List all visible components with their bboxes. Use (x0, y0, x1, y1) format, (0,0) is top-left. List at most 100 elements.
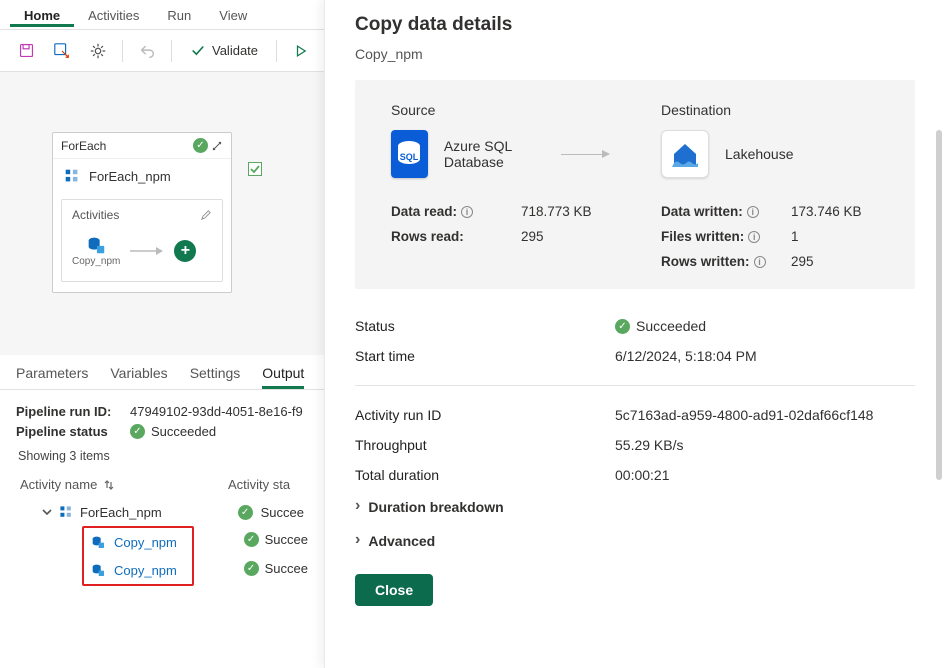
start-time-label: Start time (355, 348, 615, 364)
run-button[interactable] (285, 35, 317, 67)
foreach-activity-card[interactable]: ForEach ✓ ForEach_npm Activities (52, 132, 232, 293)
source-label: Source (391, 102, 609, 118)
pencil-icon[interactable] (200, 209, 212, 221)
status-success-icon: ✓ (244, 532, 259, 547)
floppy-icon (18, 42, 35, 59)
info-icon[interactable]: i (754, 256, 766, 268)
close-button[interactable]: Close (355, 574, 433, 606)
panel-subtitle: Copy_npm (355, 46, 915, 62)
main-tabs: Home Activities Run View (0, 0, 324, 30)
status-success-icon: ✓ (130, 424, 145, 439)
copy-thumb-label: Copy_npm (72, 256, 120, 267)
tab-activities[interactable]: Activities (74, 3, 153, 27)
activity-card-header: ForEach ✓ (53, 133, 231, 159)
col-activity-status[interactable]: Activity sta (228, 477, 290, 492)
activity-run-id-value: 5c7163ad-a959-4800-ad91-02daf66cf148 (615, 407, 873, 423)
flow-stats: Data read: i 718.773 KB Rows read: 295 Da… (391, 204, 879, 269)
undo-icon (138, 42, 156, 60)
validate-label: Validate (212, 43, 258, 58)
canvas-checkbox[interactable] (248, 162, 262, 176)
row-status: Succee (265, 561, 308, 576)
sub-tab-settings[interactable]: Settings (190, 365, 241, 389)
pipeline-status-value: Succeeded (151, 424, 216, 439)
row-name[interactable]: Copy_npm (114, 563, 177, 578)
flow-arrow-icon (130, 246, 164, 256)
toolbar-divider-3 (276, 40, 277, 62)
info-icon[interactable]: i (748, 231, 760, 243)
check-icon (190, 43, 206, 59)
sub-tab-parameters[interactable]: Parameters (16, 365, 88, 389)
advanced-toggle[interactable]: › Advanced (355, 524, 915, 558)
pipeline-status-row: Pipeline status ✓ Succeeded (16, 424, 308, 439)
data-read-label: Data read: (391, 204, 457, 219)
flow-arrow-icon (561, 154, 609, 155)
dest-name: Lakehouse (725, 146, 794, 162)
floppy-edit-icon (53, 42, 71, 60)
scrollbar[interactable] (936, 130, 942, 480)
advanced-label: Advanced (368, 533, 435, 549)
data-written-value: 173.746 KB (791, 204, 862, 219)
files-written-value: 1 (791, 229, 799, 244)
dest-column: Destination Lakehouse (661, 102, 879, 178)
showing-count: Showing 3 items (18, 449, 308, 463)
table-row[interactable]: Copy_npm (84, 528, 192, 556)
activity-type-label: ForEach (61, 139, 106, 153)
tab-view[interactable]: View (205, 3, 261, 27)
data-written-label: Data written: (661, 204, 743, 219)
activity-card-title-row: ForEach_npm (53, 159, 231, 193)
info-icon[interactable]: i (747, 206, 759, 218)
status-success-icon: ✓ (193, 138, 208, 153)
sql-database-icon: SQL (391, 130, 428, 178)
output-body: Pipeline run ID: 47949102-93dd-4051-8e16… (0, 390, 324, 600)
detail-rows: Status ✓ Succeeded Start time 6/12/2024,… (355, 311, 915, 606)
tab-home[interactable]: Home (10, 3, 74, 27)
pipeline-canvas[interactable]: ForEach ✓ ForEach_npm Activities (0, 72, 324, 355)
gear-icon (89, 42, 107, 60)
toolbar-divider-1 (122, 40, 123, 62)
tab-run[interactable]: Run (153, 3, 205, 27)
activities-inner-box: Activities Copy_npm + (61, 199, 223, 282)
dest-stats: Data written: i 173.746 KB Files written:… (661, 204, 879, 269)
save-as-button[interactable] (46, 35, 78, 67)
svg-text:SQL: SQL (400, 152, 419, 162)
inner-copy-row: Copy_npm + (72, 230, 212, 267)
sub-tab-output[interactable]: Output (262, 365, 304, 389)
rows-read-label: Rows read: (391, 229, 521, 244)
highlighted-copy-rows: Copy_npm Copy_npm (82, 526, 194, 586)
pipeline-status-label: Pipeline status (16, 424, 124, 439)
copy-activity-thumb[interactable]: Copy_npm (72, 234, 120, 267)
activity-title: ForEach_npm (89, 169, 171, 184)
info-icon[interactable]: i (461, 206, 473, 218)
status-success-icon: ✓ (244, 561, 259, 576)
files-written-label: Files written: (661, 229, 744, 244)
duration-breakdown-toggle[interactable]: › Duration breakdown (355, 490, 915, 524)
settings-button[interactable] (82, 35, 114, 67)
chevron-down-icon[interactable] (42, 507, 52, 517)
add-activity-button[interactable]: + (174, 240, 196, 262)
validate-button[interactable]: Validate (180, 39, 268, 63)
collapse-icon[interactable] (211, 140, 223, 152)
source-name: Azure SQL Database (444, 138, 545, 170)
sub-tab-variables[interactable]: Variables (110, 365, 167, 389)
pipeline-run-id-label: Pipeline run ID: (16, 404, 124, 419)
throughput-label: Throughput (355, 437, 615, 453)
activity-table-header: Activity name Activity sta (16, 471, 308, 498)
rows-written-value: 295 (791, 254, 814, 269)
source-stats: Data read: i 718.773 KB Rows read: 295 (391, 204, 609, 269)
row-status: Succee (261, 505, 304, 520)
rows-written-label: Rows written: (661, 254, 750, 269)
foreach-icon (58, 504, 74, 520)
rows-read-value: 295 (521, 229, 544, 244)
table-row[interactable]: Copy_npm (84, 556, 192, 584)
flow-box: Source SQL Azure SQL Database Destinatio… (355, 80, 915, 289)
activities-label: Activities (72, 208, 119, 222)
save-button[interactable] (10, 35, 42, 67)
table-row[interactable]: ForEach_npm ✓ Succee (16, 498, 308, 526)
status-success-icon: ✓ (238, 505, 253, 520)
col-activity-name[interactable]: Activity name (20, 477, 97, 492)
row-name[interactable]: Copy_npm (114, 535, 177, 550)
start-time-value: 6/12/2024, 5:18:04 PM (615, 348, 757, 364)
undo-button[interactable] (131, 35, 163, 67)
sort-icon[interactable] (103, 479, 115, 491)
data-read-value: 718.773 KB (521, 204, 592, 219)
